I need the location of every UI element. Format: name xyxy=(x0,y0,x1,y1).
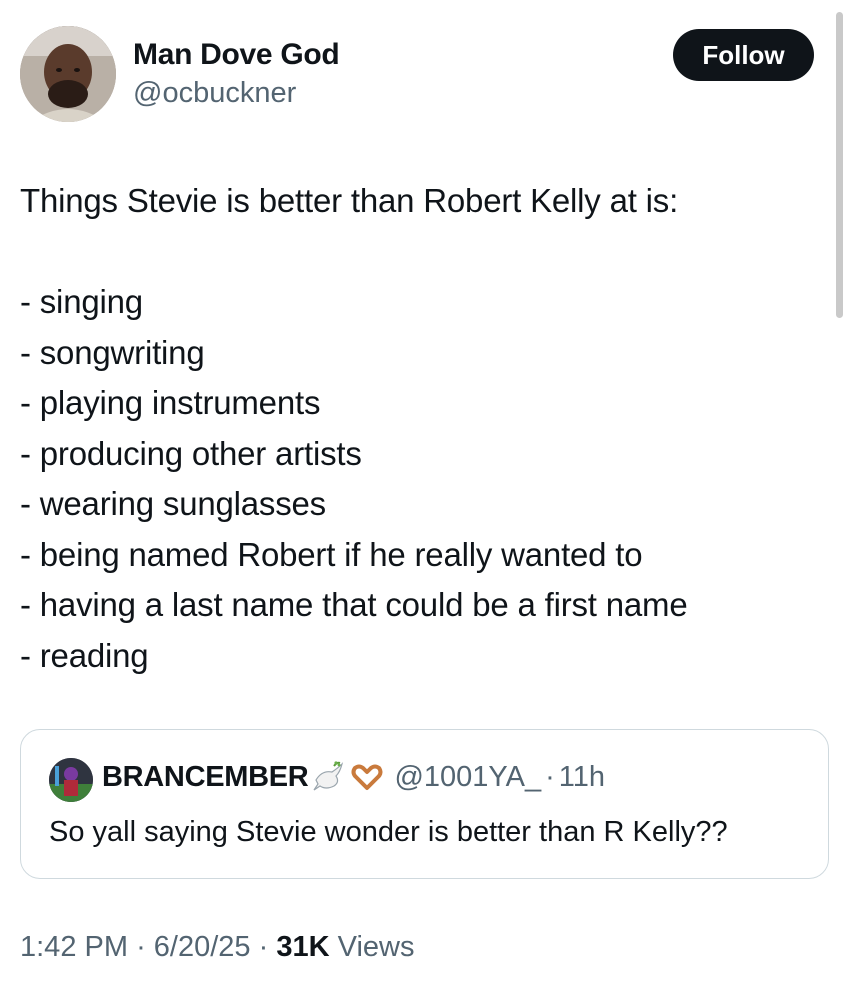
quote-avatar-photo xyxy=(49,758,93,802)
quote-header: BRANCEMBER @1001YA_ · 11h xyxy=(102,760,605,794)
heart-hands-emoji-icon xyxy=(350,760,384,794)
list-item: - wearing sunglasses xyxy=(20,485,326,522)
author-handle[interactable]: @ocbuckner xyxy=(133,77,296,110)
author-avatar[interactable] xyxy=(20,26,116,122)
author-display-name[interactable]: Man Dove God xyxy=(133,38,340,72)
follow-button[interactable]: Follow xyxy=(673,29,814,81)
avatar-photo xyxy=(20,26,116,122)
tweet-intro: Things Stevie is better than Robert Kell… xyxy=(20,182,679,219)
list-item: - producing other artists xyxy=(20,434,362,472)
quote-handle[interactable]: @1001YA_ xyxy=(394,761,541,794)
list-item: - being named Robert if he really wanted… xyxy=(20,535,643,573)
list-item: - songwriting xyxy=(20,333,205,371)
list-item: - reading xyxy=(20,636,149,674)
quote-avatar[interactable] xyxy=(49,758,93,802)
tweet-date[interactable]: 6/20/25 xyxy=(154,931,251,963)
meta-separator: · xyxy=(136,931,146,963)
tweet-time[interactable]: 1:42 PM xyxy=(20,931,128,963)
tweet-text: Things Stevie is better than Robert Kell… xyxy=(20,176,820,681)
list-item: - singing xyxy=(20,283,143,320)
quote-timestamp[interactable]: 11h xyxy=(559,761,605,794)
quote-display-name[interactable]: BRANCEMBER xyxy=(102,761,309,794)
quote-text: So yall saying Stevie wonder is better t… xyxy=(49,816,728,848)
dove-emoji-icon xyxy=(312,760,346,794)
scrollbar[interactable] xyxy=(836,12,843,318)
views-label: Views xyxy=(337,931,415,963)
tweet-meta: 1:42 PM · 6/20/25 · 31K Views xyxy=(20,931,414,964)
quoted-tweet-card[interactable]: BRANCEMBER @1001YA_ · 11h So yall saying… xyxy=(20,729,829,879)
meta-separator: · xyxy=(258,931,269,963)
views-count: 31K xyxy=(276,931,330,963)
quote-separator: · xyxy=(545,760,555,793)
list-item: - playing instruments xyxy=(20,384,321,421)
list-item: - having a last name that could be a fir… xyxy=(20,586,688,623)
